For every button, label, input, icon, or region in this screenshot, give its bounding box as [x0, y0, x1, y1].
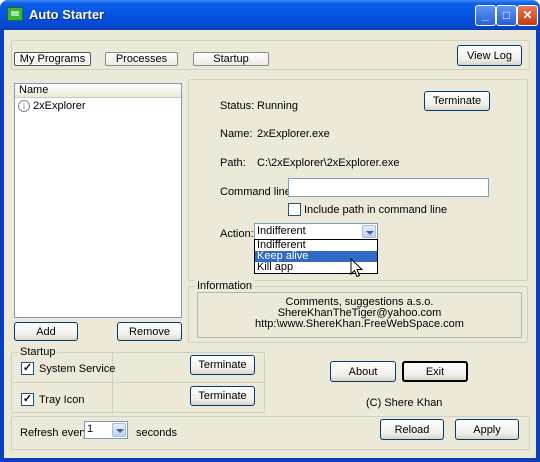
- exit-button[interactable]: Exit: [402, 361, 468, 382]
- status-label: Status:: [220, 100, 255, 112]
- window-client: My Programs Processes Startup View Log N…: [4, 30, 536, 458]
- list-item[interactable]: i 2xExplorer: [15, 98, 181, 114]
- info-icon: i: [18, 100, 30, 112]
- startup-divider: [12, 382, 264, 383]
- close-button[interactable]: ✕: [517, 5, 538, 26]
- action-combobox[interactable]: Indifferent: [254, 223, 378, 240]
- include-path-label: Include path in command line: [304, 204, 448, 216]
- window-title: Auto Starter: [29, 7, 105, 22]
- path-label: Path:: [220, 157, 246, 169]
- add-button[interactable]: Add: [14, 322, 78, 341]
- list-item-label: 2xExplorer: [33, 100, 86, 112]
- view-log-button[interactable]: View Log: [457, 45, 522, 66]
- tab-processes[interactable]: Processes: [105, 52, 178, 66]
- chevron-down-icon[interactable]: [362, 225, 376, 238]
- list-header-name[interactable]: Name: [15, 84, 181, 98]
- mouse-cursor-icon: [350, 258, 364, 278]
- information-legend: Information: [195, 280, 255, 292]
- reload-button[interactable]: Reload: [380, 419, 444, 440]
- remove-button[interactable]: Remove: [117, 322, 182, 341]
- refresh-label: Refresh every: [20, 427, 89, 439]
- name-value: 2xExplorer.exe: [257, 128, 330, 140]
- system-service-terminate-button[interactable]: Terminate: [190, 355, 255, 375]
- maximize-button[interactable]: □: [496, 5, 517, 26]
- title-bar[interactable]: Auto Starter _ □ ✕: [0, 0, 540, 30]
- status-value: Running: [257, 100, 298, 112]
- chevron-down-icon[interactable]: [112, 423, 126, 437]
- terminate-program-button[interactable]: Terminate: [424, 91, 490, 111]
- tray-icon-label: Tray Icon: [39, 394, 85, 406]
- tray-icon-checkbox[interactable]: ✓: [21, 393, 34, 406]
- command-line-label: Command line:: [220, 186, 294, 198]
- path-value: C:\2xExplorer\2xExplorer.exe: [257, 157, 400, 169]
- startup-vertical-divider: [112, 353, 113, 412]
- startup-legend: Startup: [18, 346, 58, 358]
- minimize-button[interactable]: _: [475, 5, 496, 26]
- system-service-label: System Service: [39, 363, 116, 375]
- information-box: Comments, suggestions a.s.o. ShereKhanTh…: [197, 292, 522, 338]
- tab-startup[interactable]: Startup: [193, 52, 269, 66]
- tab-my-programs[interactable]: My Programs: [14, 52, 91, 66]
- name-label: Name:: [220, 128, 253, 140]
- program-list[interactable]: Name i 2xExplorer: [14, 83, 182, 318]
- action-combobox-value: Indifferent: [257, 225, 306, 237]
- include-path-checkbox[interactable]: [288, 203, 301, 216]
- about-button[interactable]: About: [330, 361, 396, 382]
- command-line-input[interactable]: [288, 178, 489, 197]
- app-window: Auto Starter _ □ ✕ My Programs Processes…: [0, 0, 540, 462]
- apply-button[interactable]: Apply: [455, 419, 519, 440]
- info-line-website: http:\www.ShereKhan.FreeWebSpace.com: [255, 318, 464, 330]
- copyright-label: (C) Shere Khan: [366, 397, 443, 409]
- action-label: Action:: [220, 228, 254, 240]
- refresh-unit-label: seconds: [136, 427, 177, 439]
- tray-icon-terminate-button[interactable]: Terminate: [190, 386, 255, 406]
- refresh-interval-combobox[interactable]: 1: [84, 421, 128, 439]
- refresh-interval-value: 1: [87, 423, 94, 435]
- system-service-checkbox[interactable]: ✓: [21, 362, 34, 375]
- app-icon: [7, 7, 23, 21]
